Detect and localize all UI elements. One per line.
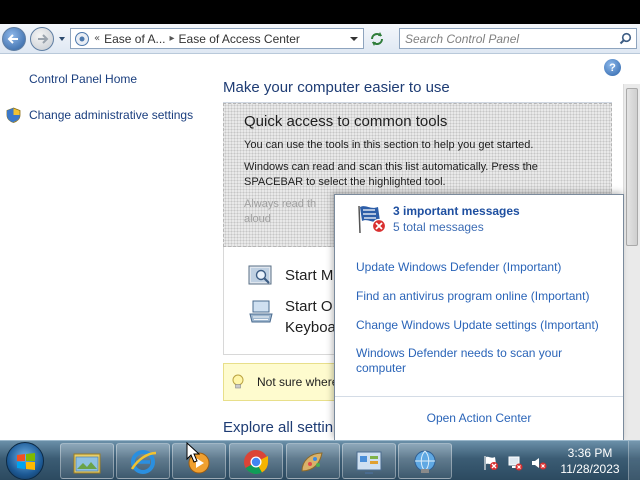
taskbar: 3:36 PM 11/28/2023 [0,440,640,480]
explorer-icon [73,453,101,474]
mouse-cursor-icon [186,442,200,463]
start-button[interactable] [6,442,44,480]
quick-access-title: Quick access to common tools [244,113,448,130]
uac-shield-icon [6,107,21,123]
taskbar-internet-explorer-button[interactable] [116,443,170,479]
address-bar: « Ease of A... ▸ Ease of Access Center [0,24,640,54]
action-center-popup: 3 important messages 5 total messages Up… [334,194,624,440]
clock-time: 3:36 PM [567,446,613,460]
breadcrumb-separator: « [94,33,101,44]
volume-muted-icon[interactable] [531,455,547,471]
back-button[interactable] [2,27,26,51]
search-input[interactable] [405,31,610,46]
breadcrumb-item-ease-of-access-center[interactable]: Ease of Access Center [179,32,300,46]
forward-arrow-icon [38,34,49,44]
taskbar-chrome-button[interactable] [229,443,283,479]
windows-logo-icon [17,453,35,470]
system-clock[interactable]: 3:36 PM 11/28/2023 [556,445,624,477]
tip-text[interactable]: Not sure where [257,375,338,389]
message-change-windows-update[interactable]: Change Windows Update settings (Importan… [356,318,599,333]
open-action-center-link[interactable]: Open Action Center [335,411,623,425]
taskbar-paint-button[interactable] [286,443,340,479]
refresh-icon[interactable] [368,30,386,48]
back-arrow-icon [7,34,18,44]
popup-divider [335,396,623,397]
start-magnifier-link[interactable]: Start M [285,267,333,284]
taskbar-explorer-button[interactable] [60,443,114,479]
message-defender-scan[interactable]: Windows Defender needs to scan your comp… [356,346,586,376]
quick-access-description: You can use the tools in this section to… [244,139,534,151]
search-icon[interactable] [619,32,632,45]
quick-access-scan-text-2: SPACEBAR to select the highlighted tool. [244,176,446,188]
recent-pages-chevron-icon[interactable] [57,34,67,44]
breadcrumb-item-ease-of-access[interactable]: Ease of A... [104,32,165,46]
left-navigation-pane: Control Panel Home Change administrative… [0,54,210,440]
important-messages-title[interactable]: 3 important messages [393,204,520,218]
control-panel-icon [75,31,89,46]
page-title: Make your computer easier to use [223,79,450,96]
control-panel-home-link[interactable]: Control Panel Home [29,72,137,86]
quick-access-scan-text: Windows can read and scan this list auto… [244,161,538,173]
network-tray-icon[interactable] [507,455,523,471]
breadcrumb-arrow-icon[interactable]: ▸ [170,33,175,44]
forward-button[interactable] [30,27,54,51]
network-icon [414,450,436,473]
breadcrumb[interactable]: « Ease of A... ▸ Ease of Access Center [70,28,364,49]
on-screen-keyboard-icon[interactable] [248,300,274,324]
control-panel-icon [356,451,382,474]
message-find-antivirus[interactable]: Find an antivirus program online (Import… [356,289,589,304]
start-on-screen-keyboard-link[interactable]: Start O [285,298,333,315]
always-read-checkbox-label-2[interactable]: aloud [244,213,271,225]
vertical-scrollbar[interactable] [623,84,640,440]
start-on-screen-keyboard-link-2[interactable]: Keyboa [285,319,336,336]
taskbar-network-button[interactable] [398,443,452,479]
taskbar-control-panel-button[interactable] [342,443,396,479]
paint-icon [301,452,323,472]
clock-date: 11/28/2023 [560,462,620,476]
message-update-windows-defender[interactable]: Update Windows Defender (Important) [356,260,561,275]
action-center-flag-icon[interactable] [483,455,499,471]
always-read-checkbox-label[interactable]: Always read th [244,198,316,210]
search-box[interactable] [399,28,637,49]
show-desktop-button[interactable] [628,441,640,480]
action-center-flag-error-icon [358,205,387,234]
lightbulb-icon [232,374,244,389]
scrollbar-thumb[interactable] [626,88,638,246]
explore-all-settings-heading: Explore all settin [223,419,334,436]
magnifier-icon[interactable] [248,264,274,288]
chrome-icon [244,450,268,475]
internet-explorer-icon [130,450,157,474]
change-administrative-settings-link[interactable]: Change administrative settings [29,108,193,122]
help-icon[interactable]: ? [604,59,621,76]
address-dropdown-icon[interactable] [349,34,359,44]
total-messages-link[interactable]: 5 total messages [393,220,484,234]
